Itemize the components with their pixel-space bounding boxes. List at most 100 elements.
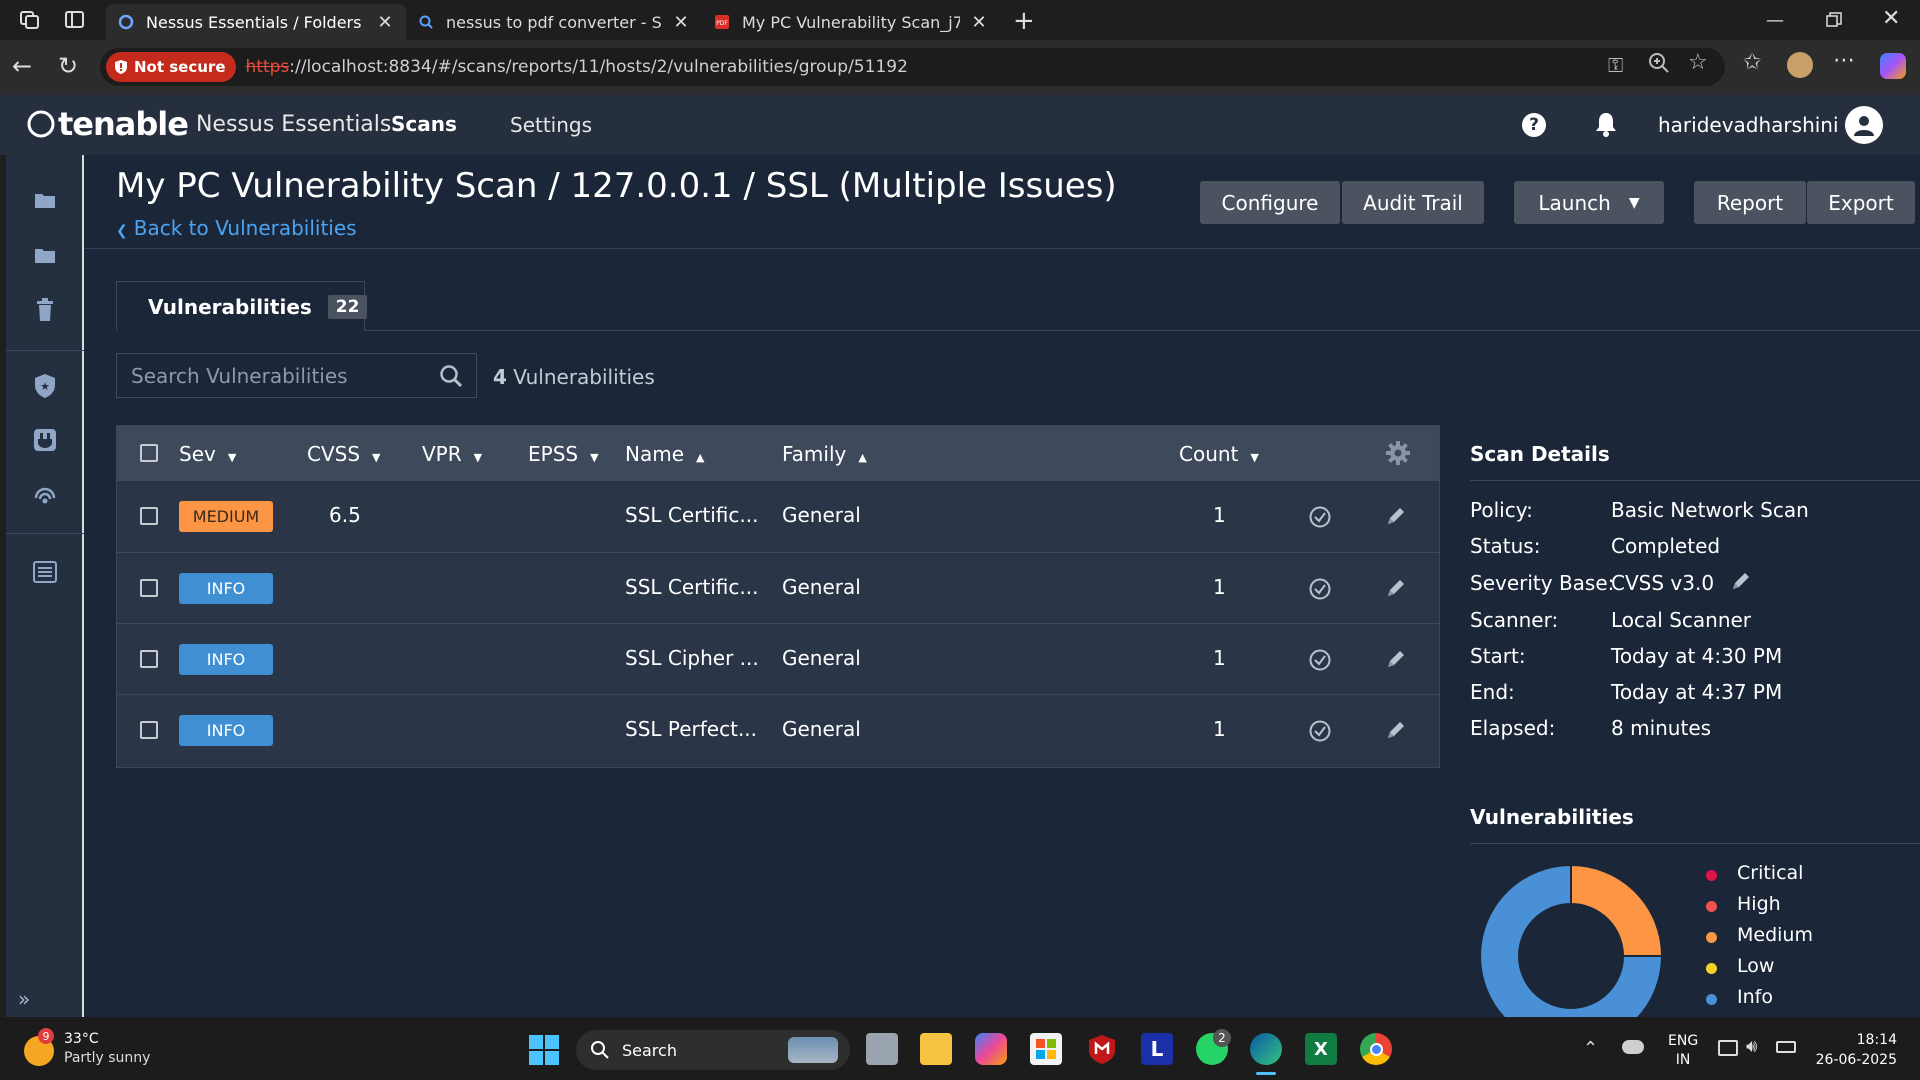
export-button[interactable]: Export <box>1807 181 1915 224</box>
close-tab-icon[interactable]: ✕ <box>970 12 988 33</box>
name-cell[interactable]: SSL Cipher ... <box>625 646 759 670</box>
col-epss[interactable]: EPSS ▼ <box>528 442 599 466</box>
donut-slice-medium[interactable] <box>1570 863 1664 957</box>
start-button[interactable] <box>529 1035 559 1065</box>
nav-settings[interactable]: Settings <box>510 113 592 137</box>
edit-pencil-icon[interactable] <box>1385 577 1407 603</box>
help-icon[interactable]: ? <box>1522 113 1546 137</box>
profile-avatar-icon[interactable] <box>1787 52 1813 78</box>
edit-pencil-icon[interactable] <box>1385 505 1407 531</box>
taskbar-search-box[interactable]: Search <box>576 1030 850 1070</box>
tab-vulnerabilities[interactable]: Vulnerabilities 22 <box>116 281 368 331</box>
search-input[interactable] <box>131 364 411 388</box>
weather-widget[interactable]: 9 33°C Partly sunny <box>24 1028 184 1072</box>
back-arrow-icon[interactable]: ← <box>12 52 32 80</box>
nav-scans[interactable]: Scans <box>391 112 457 136</box>
username[interactable]: haridevadharshini <box>1658 113 1839 137</box>
report-button[interactable]: Report <box>1694 181 1806 224</box>
scanners-icon[interactable] <box>30 482 60 512</box>
notes-icon[interactable] <box>30 557 60 587</box>
search-icon[interactable] <box>439 364 463 392</box>
snooze-check-icon[interactable] <box>1308 719 1332 747</box>
name-cell[interactable]: SSL Certific... <box>625 503 758 527</box>
col-vpr[interactable]: VPR ▼ <box>422 442 482 466</box>
not-secure-badge[interactable]: Not secure <box>106 52 236 82</box>
back-to-vulnerabilities-link[interactable]: ❮ Back to Vulnerabilities <box>116 216 357 240</box>
network-icon[interactable] <box>1718 1040 1738 1056</box>
launch-button[interactable]: Launch ▼ <box>1514 181 1664 224</box>
copilot-app-icon[interactable] <box>975 1033 1007 1065</box>
detail-label: Policy: <box>1470 498 1533 522</box>
bell-icon[interactable] <box>1594 111 1618 141</box>
show-hidden-icons[interactable]: ⌃ <box>1583 1038 1598 1059</box>
workspaces-icon[interactable] <box>18 9 42 31</box>
edit-pencil-icon[interactable] <box>1385 648 1407 674</box>
edit-severity-base-icon[interactable] <box>1730 570 1752 596</box>
more-options-icon[interactable]: ⋯ <box>1833 48 1855 73</box>
row-checkbox[interactable] <box>140 507 158 525</box>
expand-sidebar-icon[interactable]: » <box>18 987 30 1011</box>
search-box[interactable] <box>116 353 477 398</box>
onedrive-icon[interactable] <box>1622 1040 1644 1054</box>
col-family[interactable]: Family ▲ <box>782 442 867 466</box>
user-avatar-icon[interactable] <box>1845 106 1883 144</box>
favorite-star-icon[interactable]: ☆ <box>1688 50 1708 75</box>
tab-nessus[interactable]: Nessus Essentials / Folders / View ✕ <box>106 4 406 40</box>
col-cvss[interactable]: CVSS ▼ <box>307 442 381 466</box>
address-bar[interactable]: Not secure https://localhost:8834/#/scan… <box>100 48 1725 86</box>
tab-search[interactable]: nessus to pdf converter - Search ✕ <box>406 4 702 40</box>
folder-icon[interactable] <box>30 240 60 270</box>
close-window-icon[interactable]: ✕ <box>1882 6 1900 31</box>
close-tab-icon[interactable]: ✕ <box>672 12 690 33</box>
language-indicator[interactable]: ENG IN <box>1668 1032 1698 1070</box>
tenable-logo[interactable]: tenable Nessus Essentials <box>26 105 391 143</box>
select-all-checkbox[interactable] <box>140 444 158 462</box>
refresh-icon[interactable]: ↻ <box>58 52 78 80</box>
table-row[interactable]: MEDIUM 6.5 SSL Certific... General 1 <box>117 481 1439 552</box>
minimize-icon[interactable]: — <box>1766 10 1784 31</box>
row-checkbox[interactable] <box>140 650 158 668</box>
restore-icon[interactable] <box>1826 12 1842 28</box>
edit-pencil-icon[interactable] <box>1385 719 1407 745</box>
file-explorer-icon[interactable] <box>920 1033 952 1065</box>
plugin-rules-icon[interactable] <box>30 425 60 455</box>
table-row[interactable]: INFO SSL Perfect... General 1 <box>117 694 1439 765</box>
l-app-icon[interactable]: L <box>1141 1033 1173 1065</box>
row-checkbox[interactable] <box>140 579 158 597</box>
trash-icon[interactable] <box>30 295 60 325</box>
name-cell[interactable]: SSL Perfect... <box>625 717 757 741</box>
gear-icon[interactable] <box>1385 440 1411 470</box>
url-text[interactable]: https://localhost:8834/#/scans/reports/1… <box>246 57 908 77</box>
favorites-icon[interactable]: ✩ <box>1743 50 1761 75</box>
battery-icon[interactable] <box>1776 1041 1796 1053</box>
col-name[interactable]: Name ▲ <box>625 442 704 466</box>
snooze-check-icon[interactable] <box>1308 577 1332 605</box>
tab-actions-icon[interactable] <box>64 9 86 31</box>
table-row[interactable]: INFO SSL Certific... General 1 <box>117 552 1439 623</box>
password-key-icon[interactable]: ⚿ <box>1608 53 1623 77</box>
close-tab-icon[interactable]: ✕ <box>376 12 394 33</box>
snooze-check-icon[interactable] <box>1308 648 1332 676</box>
copilot-icon[interactable] <box>1880 53 1906 79</box>
clock[interactable]: 18:14 26-06-2025 <box>1815 1030 1897 1070</box>
name-cell[interactable]: SSL Certific... <box>625 575 758 599</box>
chrome-icon[interactable] <box>1360 1033 1392 1065</box>
folder-icon[interactable] <box>30 185 60 215</box>
audit-trail-button[interactable]: Audit Trail <box>1342 181 1484 224</box>
zoom-icon[interactable] <box>1648 52 1670 78</box>
mcafee-icon[interactable] <box>1086 1033 1118 1065</box>
task-view-icon[interactable] <box>866 1033 898 1065</box>
volume-icon[interactable]: 🔊︎ <box>1746 1036 1757 1057</box>
snooze-check-icon[interactable] <box>1308 505 1332 533</box>
row-checkbox[interactable] <box>140 721 158 739</box>
configure-button[interactable]: Configure <box>1200 181 1340 224</box>
table-row[interactable]: INFO SSL Cipher ... General 1 <box>117 623 1439 694</box>
col-count[interactable]: Count ▼ <box>1179 442 1259 466</box>
policy-shield-icon[interactable]: ★ <box>30 371 60 401</box>
excel-icon[interactable]: X <box>1305 1033 1337 1065</box>
edge-icon[interactable] <box>1250 1033 1282 1065</box>
microsoft-store-icon[interactable] <box>1030 1033 1062 1065</box>
new-tab-icon[interactable]: + <box>1013 6 1035 36</box>
col-sev[interactable]: Sev ▼ <box>179 442 236 466</box>
tab-pdf[interactable]: PDF My PC Vulnerability Scan_j752u3.pdf … <box>702 4 1000 40</box>
